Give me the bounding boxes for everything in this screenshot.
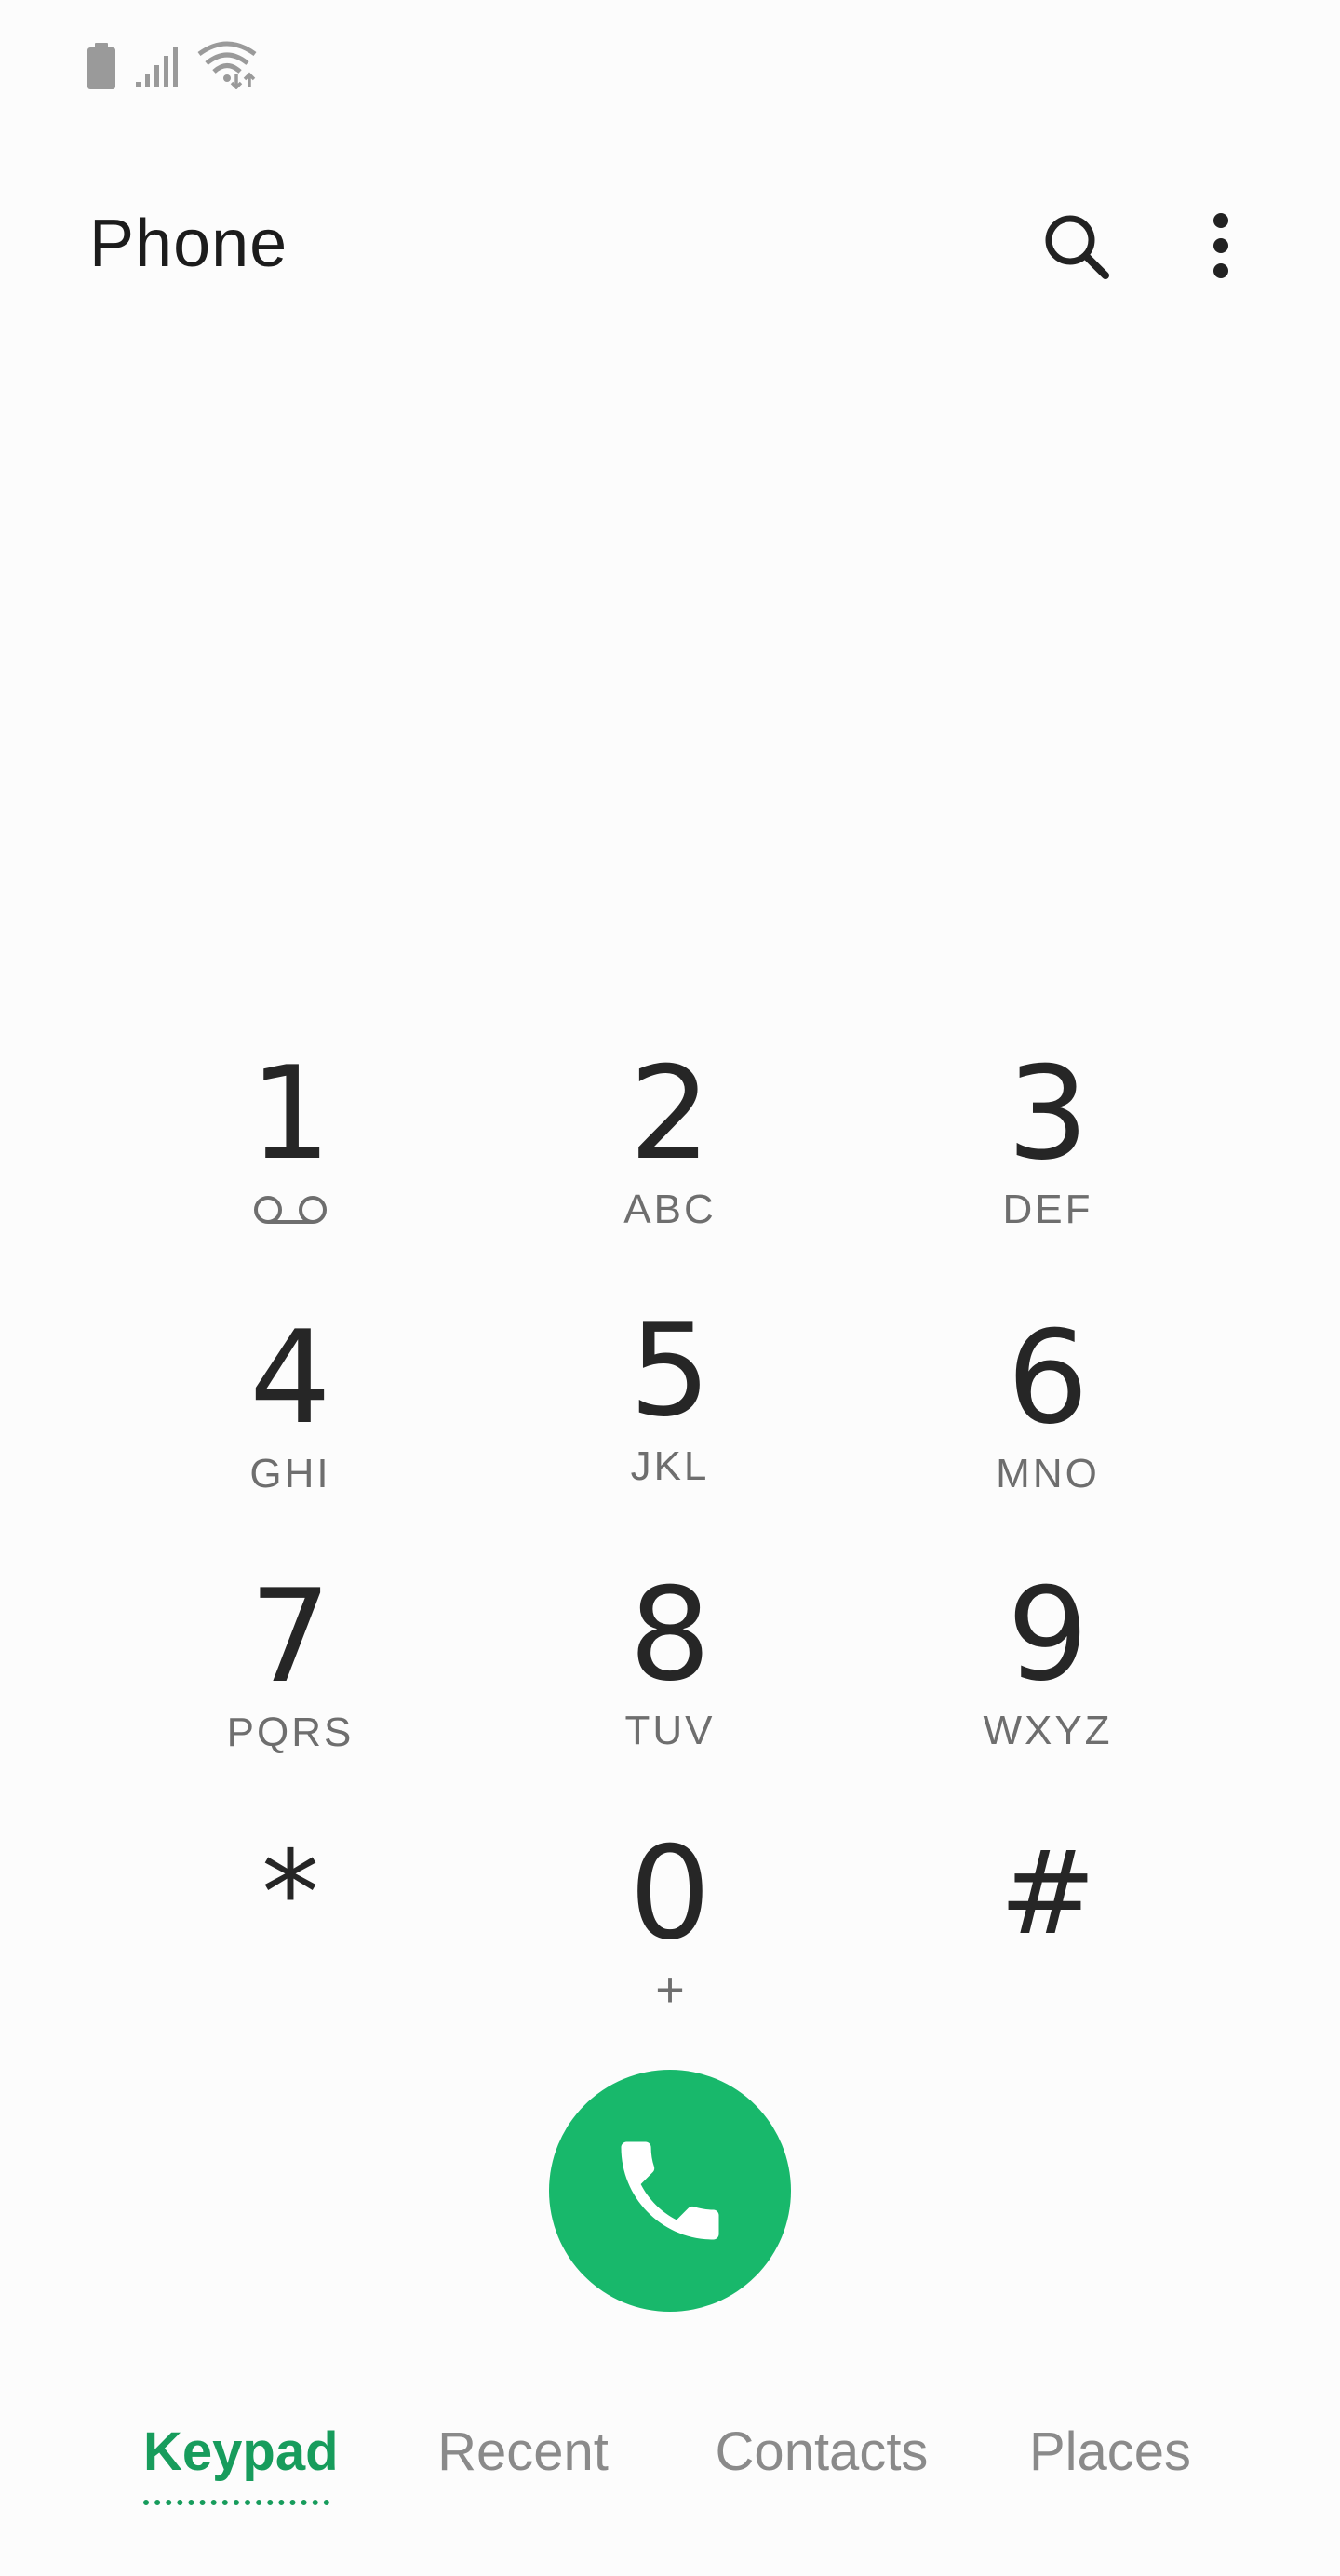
key-star[interactable]: * [160, 1830, 421, 2044]
key-letters: JKL [630, 1443, 710, 1489]
signal-icon [136, 47, 178, 87]
voicemail-icon [254, 1196, 327, 1224]
key-1[interactable]: 1 [160, 1050, 421, 1264]
key-letters: + [655, 1962, 685, 2018]
key-digit: 6 [1007, 1303, 1089, 1453]
key-digit: 0 [629, 1818, 711, 1968]
key-letters: GHI [249, 1451, 331, 1496]
key-digit: * [261, 1827, 319, 1961]
page-title: Phone [89, 207, 288, 281]
key-letters: MNO [996, 1451, 1100, 1496]
key-letters: WXYZ [983, 1708, 1113, 1753]
key-0[interactable]: 0 + [540, 1830, 800, 2044]
key-digit: 3 [1007, 1039, 1089, 1188]
key-8[interactable]: 8 TUV [540, 1571, 800, 1785]
key-4[interactable]: 4 GHI [160, 1314, 421, 1528]
key-digit: # [999, 1827, 1096, 1961]
key-3[interactable]: 3 DEF [918, 1050, 1178, 1264]
key-hash[interactable]: # [918, 1830, 1178, 2044]
battery-icon [87, 43, 115, 89]
status-bar [0, 0, 1340, 130]
key-digit: 5 [629, 1295, 711, 1445]
key-letters: ABC [623, 1187, 717, 1232]
key-digit: 8 [629, 1560, 711, 1710]
voicemail-wrap [252, 1187, 328, 1232]
key-5[interactable]: 5 JKL [540, 1307, 800, 1521]
key-letters: PQRS [226, 1710, 355, 1755]
key-digit: 4 [249, 1303, 331, 1453]
key-letters: TUV [624, 1708, 716, 1753]
search-icon [1045, 215, 1109, 279]
key-digit: 2 [629, 1039, 711, 1188]
key-7[interactable]: 7 PQRS [160, 1573, 421, 1787]
tab-contacts[interactable]: Contacts [694, 2420, 949, 2485]
key-digit: 1 [249, 1039, 331, 1188]
tab-indicator [143, 2500, 329, 2505]
key-digit: 7 [249, 1562, 331, 1711]
call-button[interactable] [549, 2070, 791, 2312]
key-digit: 9 [1007, 1560, 1089, 1710]
key-6[interactable]: 6 MNO [918, 1314, 1178, 1528]
key-9[interactable]: 9 WXYZ [918, 1571, 1178, 1785]
wifi-icon [197, 41, 257, 89]
tab-places[interactable]: Places [1012, 2420, 1208, 2485]
key-2[interactable]: 2 ABC [540, 1050, 800, 1264]
more-options-button[interactable] [1165, 190, 1277, 302]
tab-recent[interactable]: Recent [430, 2420, 616, 2485]
phone-icon [621, 2141, 719, 2240]
tab-keypad[interactable]: Keypad [143, 2420, 339, 2485]
key-letters: DEF [1002, 1187, 1093, 1232]
search-button[interactable] [1020, 190, 1132, 302]
more-vert-icon [1213, 213, 1228, 278]
